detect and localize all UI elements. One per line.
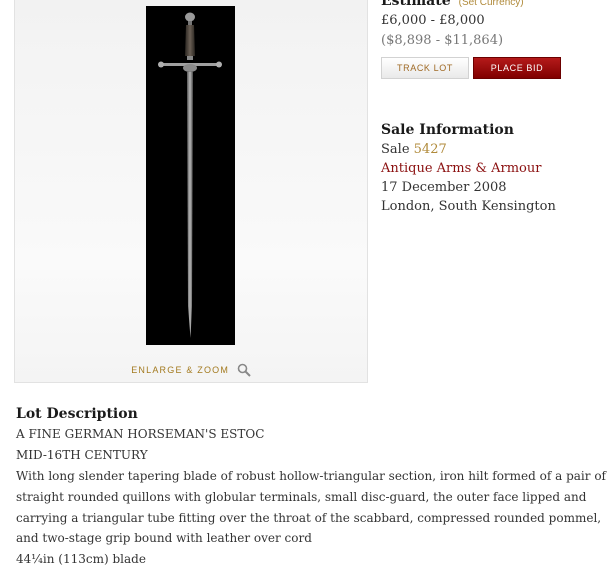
estimate-gbp: £6,000 - £8,000 bbox=[381, 13, 485, 28]
estimate-heading: Estimate (Set Currency) bbox=[381, 0, 524, 9]
set-currency-link[interactable]: (Set Currency) bbox=[459, 0, 524, 8]
lot-description-body: With long slender tapering blade of robu… bbox=[16, 469, 606, 546]
magnifier-icon bbox=[237, 363, 251, 377]
lot-period: MID-16TH CENTURY bbox=[16, 448, 148, 462]
sale-location: London, South Kensington bbox=[381, 199, 556, 214]
lot-description: Lot Description A FINE GERMAN HORSEMAN'S… bbox=[16, 404, 614, 570]
sword-image bbox=[158, 12, 222, 338]
place-bid-button[interactable]: PLACE BID bbox=[473, 57, 561, 79]
estimate-usd: ($8,898 - $11,864) bbox=[381, 33, 504, 48]
lot-image-panel: ENLARGE & ZOOM bbox=[14, 0, 368, 383]
sale-information-heading: Sale Information bbox=[381, 122, 514, 138]
enlarge-zoom-label: ENLARGE & ZOOM bbox=[131, 365, 230, 375]
sale-number-link[interactable]: 5427 bbox=[414, 142, 447, 157]
lot-blade-length: 44¼in (113cm) blade bbox=[16, 552, 146, 567]
sale-name-link[interactable]: Antique Arms & Armour bbox=[381, 161, 541, 176]
lot-description-heading: Lot Description bbox=[16, 406, 138, 422]
sale-label: Sale bbox=[381, 142, 410, 157]
sale-number-line: Sale 5427 bbox=[381, 142, 447, 157]
enlarge-zoom-link[interactable]: ENLARGE & ZOOM bbox=[15, 363, 367, 377]
lot-title: A FINE GERMAN HORSEMAN'S ESTOC bbox=[16, 427, 265, 441]
track-lot-button[interactable]: TRACK LOT bbox=[381, 57, 469, 79]
lot-photo[interactable] bbox=[146, 6, 235, 345]
sale-date: 17 December 2008 bbox=[381, 180, 507, 195]
estimate-label: Estimate bbox=[381, 0, 451, 9]
